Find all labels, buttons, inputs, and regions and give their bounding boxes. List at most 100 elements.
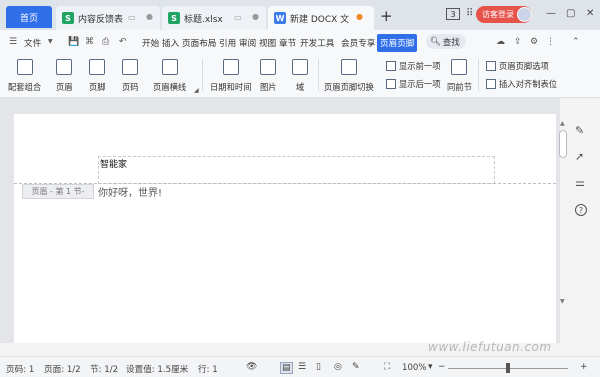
expand-corner-icon[interactable]: ◢ (194, 87, 199, 94)
chevron-down-icon[interactable]: ▼ (48, 38, 53, 45)
document-page[interactable]: 智能家 页眉 - 第 1 节- 你好呀，世界! (14, 114, 556, 343)
menu-developer[interactable]: 开发工具 (300, 37, 334, 49)
menu-header-footer[interactable]: 页眉页脚 (377, 34, 418, 52)
matching-combo-button[interactable]: 配套组合 (8, 59, 41, 93)
more-icon[interactable]: ⋮ (546, 37, 555, 47)
close-icon[interactable]: ✕ (586, 8, 594, 19)
line-status[interactable]: 行: 1 (198, 363, 218, 375)
zoom-out-icon[interactable]: − (438, 362, 446, 372)
switch-icon (340, 59, 357, 75)
avatar[interactable] (517, 7, 532, 22)
fit-page-icon[interactable]: ⛶ (384, 362, 390, 372)
print-icon[interactable]: ⎙ (102, 37, 109, 47)
button-label: 插入对齐制表位 (499, 79, 558, 89)
scroll-up-icon[interactable]: ▲ (560, 120, 565, 127)
screen-icon[interactable]: ▭ (128, 13, 136, 22)
search-icon: 🔍︎ (430, 36, 441, 47)
header-footer-switch-button[interactable]: 页眉页脚切换 (324, 59, 374, 93)
tab-title-xlsx[interactable]: S 标题.xlsx (162, 6, 266, 30)
document-count-badge[interactable]: 3 (446, 8, 460, 20)
help-icon[interactable]: ? (575, 204, 587, 216)
settings-icon[interactable]: ⚙ (530, 37, 538, 47)
zoom-in-icon[interactable]: + (580, 362, 588, 372)
new-tab-button[interactable]: + (380, 9, 393, 24)
header-section-label: 页眉 - 第 1 节- (22, 184, 94, 199)
save-icon[interactable]: 💾 (68, 37, 79, 47)
tab-close-icon[interactable]: ● (252, 12, 259, 21)
format-painter-icon[interactable]: ⌘ (85, 37, 94, 47)
undo-icon[interactable]: ↶ (119, 37, 127, 47)
header-text[interactable]: 智能家 (100, 157, 127, 170)
menu-member[interactable]: 会员专享 (341, 37, 375, 49)
search-box[interactable]: 🔍︎ 查找 (426, 34, 466, 49)
menu-references[interactable]: 引用 (219, 37, 236, 49)
button-label: 页眉 (56, 82, 73, 92)
show-next-button[interactable]: 显示后一项 (386, 78, 441, 90)
menu-home[interactable]: 开始 (142, 37, 159, 49)
button-label: 日期和时间 (210, 82, 252, 92)
footer-button[interactable]: 页脚 (89, 59, 106, 93)
field-icon (292, 59, 308, 75)
menu-chapter[interactable]: 章节 (279, 37, 296, 49)
tab-feedback-form[interactable]: S 内容反馈表 (56, 6, 160, 30)
tab-label: 内容反馈表 (78, 14, 124, 25)
reading-view-icon[interactable]: ▯ (316, 362, 321, 372)
matching-combo-icon (16, 59, 33, 75)
zoom-slider-thumb[interactable] (506, 363, 510, 373)
cloud-icon[interactable]: ☁ (496, 37, 505, 47)
picture-button[interactable]: 图片 (260, 59, 277, 93)
menu-insert[interactable]: 插入 (162, 37, 179, 49)
write-view-icon[interactable]: ✎ (352, 362, 360, 372)
cursor-icon[interactable]: ➚ (575, 150, 584, 163)
scroll-down-icon[interactable]: ▼ (560, 298, 565, 305)
page-view-icon[interactable]: ▤ (280, 362, 293, 374)
share-icon[interactable]: ⇪ (514, 37, 522, 47)
minimize-icon[interactable]: — (546, 8, 556, 19)
menu-file[interactable]: 文件 (24, 37, 41, 49)
same-as-previous-button[interactable]: 同前节 (447, 59, 472, 93)
outline-view-icon[interactable]: ☰ (298, 362, 306, 372)
menu-page-layout[interactable]: 页面布局 (182, 37, 216, 49)
page-number-button[interactable]: 页码 (122, 59, 139, 93)
show-previous-button[interactable]: 显示前一项 (386, 60, 441, 72)
pen-icon[interactable]: ✎ (575, 124, 584, 137)
field-button[interactable]: 域 (292, 59, 308, 93)
pages-status[interactable]: 页面: 1/2 (44, 363, 81, 375)
menu-view[interactable]: 视图 (259, 37, 276, 49)
screen-icon[interactable]: ▭ (234, 13, 242, 22)
adjust-icon[interactable]: ⚌ (575, 176, 585, 189)
unsaved-dot-icon[interactable]: ● (356, 12, 363, 21)
previous-icon (386, 61, 396, 71)
wps-writer-window: 首页 S 内容反馈表 ▭ ● S 标题.xlsx ▭ ● W 新建 DOCX 文… (0, 0, 600, 377)
button-label: 页眉横线 (153, 82, 187, 92)
web-view-icon[interactable]: ◎ (334, 362, 342, 372)
header-line-button[interactable]: 页眉横线 (153, 59, 186, 93)
tab-close-icon[interactable]: ● (146, 12, 153, 21)
maximize-icon[interactable]: ▢ (566, 8, 575, 19)
apps-grid-icon[interactable]: ⠿ (466, 8, 473, 19)
tab-label: 标题.xlsx (184, 14, 223, 25)
header-region[interactable] (98, 156, 495, 184)
watermark: www.liefutuan.com (428, 340, 552, 354)
scroll-thumb[interactable] (559, 130, 567, 158)
vertical-scrollbar[interactable]: ▲ ▼ (558, 120, 568, 306)
page-number-status[interactable]: 页码: 1 (6, 363, 34, 375)
header-footer-options-button[interactable]: 页眉页脚选项 (486, 60, 549, 72)
date-time-button[interactable]: 日期和时间 (210, 59, 252, 93)
home-tab[interactable]: 首页 (6, 6, 52, 28)
spreadsheet-icon: S (168, 12, 180, 24)
collapse-ribbon-icon[interactable]: ⌃ (572, 37, 580, 47)
header-icon (56, 59, 73, 75)
eye-icon[interactable]: 👁︎ (246, 362, 257, 372)
insert-align-tab-button[interactable]: 插入对齐制表位 (486, 78, 557, 90)
chevron-down-icon[interactable]: ▾ (428, 362, 433, 372)
zoom-level[interactable]: 100% (402, 363, 427, 373)
header-button[interactable]: 页眉 (56, 59, 73, 93)
body-text[interactable]: 你好呀，世界! (98, 184, 162, 199)
setting-status[interactable]: 设置值: 1.5厘米 (126, 363, 188, 375)
button-label: 同前节 (447, 82, 472, 92)
button-label: 显示前一项 (399, 61, 441, 71)
section-status[interactable]: 节: 1/2 (90, 363, 118, 375)
hamburger-icon[interactable]: ☰ (9, 37, 17, 47)
menu-review[interactable]: 审阅 (239, 37, 256, 49)
